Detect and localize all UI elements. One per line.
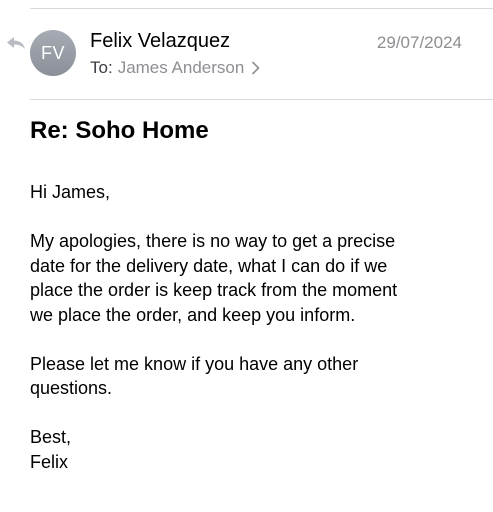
body-text-line: we place the order, and keep you inform. <box>30 304 356 325</box>
recipient-row[interactable]: To: James Anderson <box>90 58 261 78</box>
email-message-view: FV Felix Velazquez 29/07/2024 To: James … <box>0 0 493 512</box>
avatar[interactable]: FV <box>30 30 76 76</box>
signature: Felix <box>30 451 69 472</box>
message-date: 29/07/2024 <box>376 33 462 52</box>
subject-line: Re: Soho Home <box>30 117 209 144</box>
sender-name[interactable]: Felix Velazquez <box>90 30 230 53</box>
header-divider <box>30 99 493 100</box>
top-divider <box>30 8 493 9</box>
body-text-line: questions. <box>30 378 113 398</box>
signoff: Best, <box>30 427 72 447</box>
message-body: Hi James, My apologies, there is no way … <box>30 180 470 474</box>
body-text-line: place the order is keep track from the m… <box>30 280 398 300</box>
avatar-initials: FV <box>40 42 65 63</box>
greeting: Hi James, <box>30 182 111 202</box>
body-text-line: Please let me know if you have any other <box>30 353 359 374</box>
recipient-name[interactable]: James Anderson <box>118 58 245 78</box>
reply-arrow-icon <box>7 37 25 49</box>
chevron-right-icon[interactable] <box>251 61 261 75</box>
body-text-line: My apologies, there is no way to get a p… <box>30 231 396 251</box>
body-text-line: date for the delivery date, what I can d… <box>30 255 388 276</box>
to-label: To: <box>90 58 113 77</box>
